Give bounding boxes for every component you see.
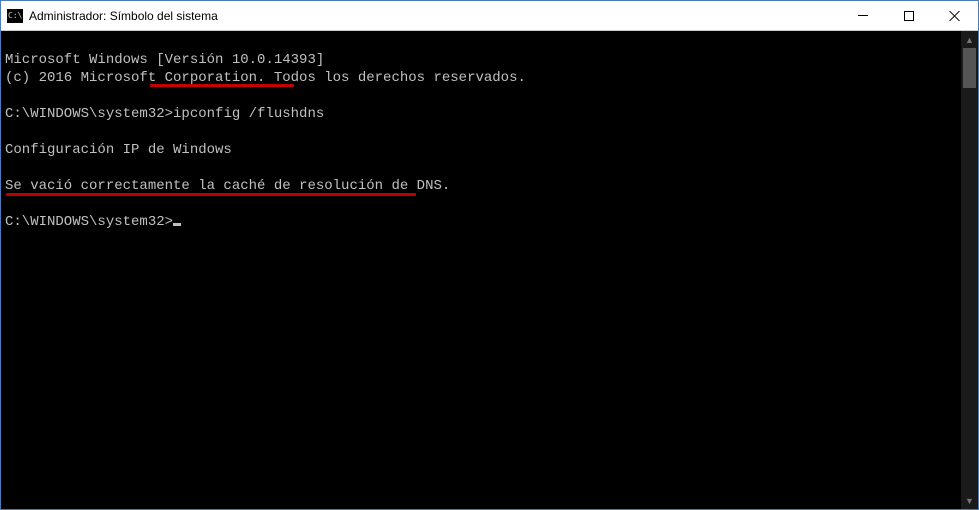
close-button[interactable] <box>932 1 978 30</box>
maximize-button[interactable] <box>886 1 932 30</box>
command-prompt-window: C:\ Administrador: Símbolo del sistema M… <box>0 0 979 510</box>
output-line: Configuración IP de Windows <box>5 141 957 159</box>
prompt-command: ipconfig /flushdns <box>173 106 324 122</box>
output-line: Microsoft Windows [Versión 10.0.14393] <box>5 51 957 69</box>
scroll-down-button[interactable]: ▼ <box>961 492 978 509</box>
scrollbar[interactable]: ▲ ▼ <box>961 31 978 509</box>
titlebar[interactable]: C:\ Administrador: Símbolo del sistema <box>1 1 978 31</box>
cmd-icon: C:\ <box>7 9 23 23</box>
terminal-output[interactable]: Microsoft Windows [Versión 10.0.14393](c… <box>1 31 961 509</box>
output-line <box>5 159 957 177</box>
scroll-thumb[interactable] <box>963 48 976 88</box>
output-line <box>5 123 957 141</box>
maximize-icon <box>904 11 914 21</box>
close-icon <box>949 10 961 22</box>
window-controls <box>840 1 978 30</box>
minimize-button[interactable] <box>840 1 886 30</box>
terminal-area: Microsoft Windows [Versión 10.0.14393](c… <box>1 31 978 509</box>
prompt-path: C:\WINDOWS\system32> <box>5 214 173 230</box>
prompt-line: C:\WINDOWS\system32>ipconfig /flushdns <box>5 105 957 123</box>
highlight-underline <box>6 193 416 196</box>
output-line <box>5 195 957 213</box>
window-title: Administrador: Símbolo del sistema <box>29 9 840 23</box>
highlight-underline <box>150 84 294 87</box>
output-line: (c) 2016 Microsoft Corporation. Todos lo… <box>5 69 957 87</box>
minimize-icon <box>858 15 868 16</box>
output-line <box>5 87 957 105</box>
prompt-path: C:\WINDOWS\system32> <box>5 106 173 122</box>
cursor <box>173 223 181 226</box>
scroll-up-button[interactable]: ▲ <box>961 31 978 48</box>
prompt-line: C:\WINDOWS\system32> <box>5 213 957 231</box>
